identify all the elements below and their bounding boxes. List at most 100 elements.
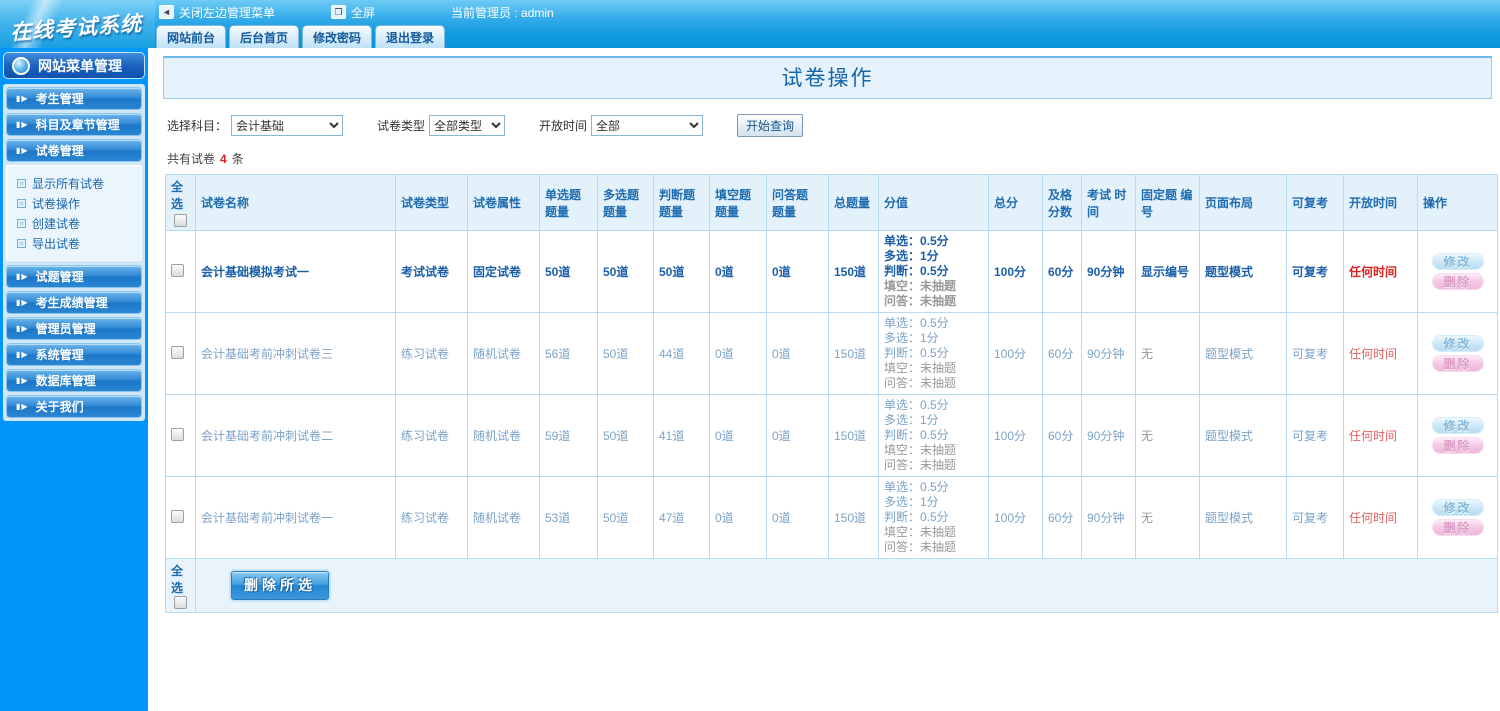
question-count-cell: 50道 [597, 394, 654, 477]
row-checkbox[interactable] [171, 509, 184, 523]
score-line: 单选：0.5分 [884, 398, 949, 412]
question-count-cell: 150道 [828, 394, 879, 477]
column-header: 填空题 题量 [709, 174, 767, 231]
score-line: 判断：0.5分 [884, 264, 949, 278]
delete-selected-button[interactable]: 删除所选 [231, 571, 329, 600]
sidebar-header-label: 网站菜单管理 [38, 57, 122, 74]
score-line: 多选：1分 [884, 413, 939, 427]
row-checkbox-cell [165, 394, 196, 477]
edit-button[interactable]: 修改 [1431, 335, 1484, 352]
total-score-cell: 100分 [988, 230, 1043, 313]
sidebar-group-考生管理[interactable]: ▮▶ 考生管理 [6, 87, 142, 110]
exam-time-cell: 90分钟 [1081, 394, 1136, 477]
score-line: 单选：0.5分 [884, 316, 949, 330]
play-icon: ▮▶ [16, 324, 29, 333]
score-line: 填空：未抽题 [884, 361, 957, 375]
delete-button[interactable]: 删除 [1431, 519, 1484, 536]
open-time-select[interactable]: 全部 [591, 115, 704, 136]
column-header: 多选题 题量 [597, 174, 654, 231]
question-count-cell: 0道 [766, 312, 829, 395]
edit-button[interactable]: 修改 [1431, 253, 1484, 270]
tab-4[interactable]: 退出登录 [375, 25, 446, 48]
total-score-cell: 100分 [988, 312, 1043, 395]
toplinks: ◄ 关闭左边管理菜单 ❐ 全屏 当前管理员 : admin [155, 0, 1500, 24]
open-time-cell: 任何时间 [1343, 394, 1418, 477]
pass-score-cell: 60分 [1042, 312, 1082, 395]
column-header: 页面布局 [1199, 174, 1287, 231]
delete-button[interactable]: 删除 [1431, 273, 1484, 290]
sidebar-group-试题管理[interactable]: ▮▶ 试题管理 [6, 265, 142, 288]
main: 试卷操作 选择科目： 会计基础 试卷类型 全部类型 开放时间 全部 开始查询 共… [155, 48, 1500, 711]
sidebar-item-label: 显示所有试卷 [32, 176, 105, 191]
count-suffix: 条 [231, 152, 244, 166]
question-count-cell: 150道 [828, 476, 879, 559]
topbar-tabs: 网站前台 后台首页 修改密码 退出登录 [155, 24, 1500, 48]
delete-button[interactable]: 删除 [1431, 355, 1484, 372]
subject-filter-label: 选择科目： [167, 119, 228, 133]
sidebar-submenu: 显示所有试卷试卷操作 创建试卷 导出试卷 [6, 165, 142, 261]
subject-select[interactable]: 会计基础 [231, 115, 344, 136]
paper-attr-cell: 随机试卷 [467, 394, 540, 477]
tab-2[interactable]: 后台首页 [229, 25, 300, 48]
sidebar-group-考生成绩管理[interactable]: ▮▶ 考生成绩管理 [6, 291, 142, 314]
fixed-number-cell: 无 [1135, 312, 1200, 395]
sidebar-group-管理员管理[interactable]: ▮▶ 管理员管理 [6, 317, 142, 340]
table-footer-row: 全选 删除所选 [165, 558, 1498, 613]
select-all-footer-checkbox[interactable] [174, 596, 187, 609]
sidebar-group-label: 科目及章节管理 [35, 118, 120, 132]
fullscreen-link[interactable]: ❐ 全屏 [331, 4, 375, 21]
open-time-cell: 任何时间 [1343, 476, 1418, 559]
exam-time-cell: 90分钟 [1081, 476, 1136, 559]
sidebar-group-数据库管理[interactable]: ▮▶ 数据库管理 [6, 369, 142, 392]
paper-type-select[interactable]: 全部类型 [429, 115, 506, 136]
question-count-cell: 150道 [828, 312, 879, 395]
play-icon: ▮▶ [16, 94, 29, 103]
footer-select-cell: 全选 [165, 558, 196, 613]
question-count-cell: 50道 [597, 476, 654, 559]
collapse-left-icon: ◄ [159, 5, 174, 19]
sidebar-item-创建试卷[interactable]: 创建试卷 [17, 213, 141, 233]
sidebar-group-关于我们[interactable]: ▮▶ 关于我们 [6, 395, 142, 418]
retake-cell: 可复考 [1286, 476, 1344, 559]
close-left-menu-link[interactable]: ◄ 关闭左边管理菜单 [159, 4, 275, 21]
score-line: 问答：未抽题 [884, 458, 957, 472]
tab-1[interactable]: 网站前台 [156, 25, 227, 48]
edit-button[interactable]: 修改 [1431, 417, 1484, 434]
column-header: 试卷名称 [195, 174, 396, 231]
sidebar-group-科目及章节管理[interactable]: ▮▶ 科目及章节管理 [6, 113, 142, 136]
delete-button[interactable]: 删除 [1431, 437, 1484, 454]
page-title: 试卷操作 [163, 56, 1492, 99]
column-header: 全选 [165, 174, 196, 231]
score-line: 判断：0.5分 [884, 428, 949, 442]
row-checkbox[interactable] [171, 263, 184, 277]
edit-button[interactable]: 修改 [1431, 499, 1484, 516]
tab-3[interactable]: 修改密码 [302, 25, 373, 48]
play-icon: ▮▶ [16, 146, 29, 155]
sidebar-item-导出试卷[interactable]: 导出试卷 [17, 233, 141, 253]
sidebar-group-label: 考生管理 [35, 92, 84, 106]
question-count-cell: 0道 [709, 312, 767, 395]
question-count-cell: 0道 [766, 476, 829, 559]
sidebar-item-显示所有试卷[interactable]: 显示所有试卷 [17, 173, 141, 193]
query-button[interactable]: 开始查询 [737, 114, 804, 137]
row-checkbox-cell [165, 476, 196, 559]
sidebar-group-label: 考生成绩管理 [35, 296, 108, 310]
column-header: 固定题 编号 [1135, 174, 1200, 231]
score-breakdown-cell: 单选：0.5分 多选：1分 判断：0.5分 填空：未抽题 问答：未抽题 [878, 476, 989, 559]
row-checkbox[interactable] [171, 427, 184, 441]
question-count-cell: 41道 [653, 394, 710, 477]
select-all-checkbox[interactable] [174, 214, 187, 227]
fullscreen-icon: ❐ [331, 5, 347, 19]
question-count-cell: 0道 [709, 476, 767, 559]
score-line: 问答：未抽题 [884, 540, 957, 554]
table-row: 会计基础考前冲刺试卷三 练习试卷 随机试卷 56道 50道 44道 0道 0道 150道 单选：0… [165, 312, 1498, 395]
filter-bar: 选择科目： 会计基础 试卷类型 全部类型 开放时间 全部 开始查询 [167, 114, 1500, 137]
row-checkbox[interactable] [171, 345, 184, 359]
question-count-cell: 50道 [539, 230, 598, 313]
sidebar-item-试卷操作[interactable]: 试卷操作 [17, 193, 141, 213]
column-header: 试卷属性 [467, 174, 540, 231]
sidebar-group-试卷管理[interactable]: ▮▶ 试卷管理 [6, 139, 142, 162]
square-icon [17, 198, 26, 208]
sidebar-group-系统管理[interactable]: ▮▶ 系统管理 [6, 343, 142, 366]
question-count-cell: 50道 [597, 230, 654, 313]
